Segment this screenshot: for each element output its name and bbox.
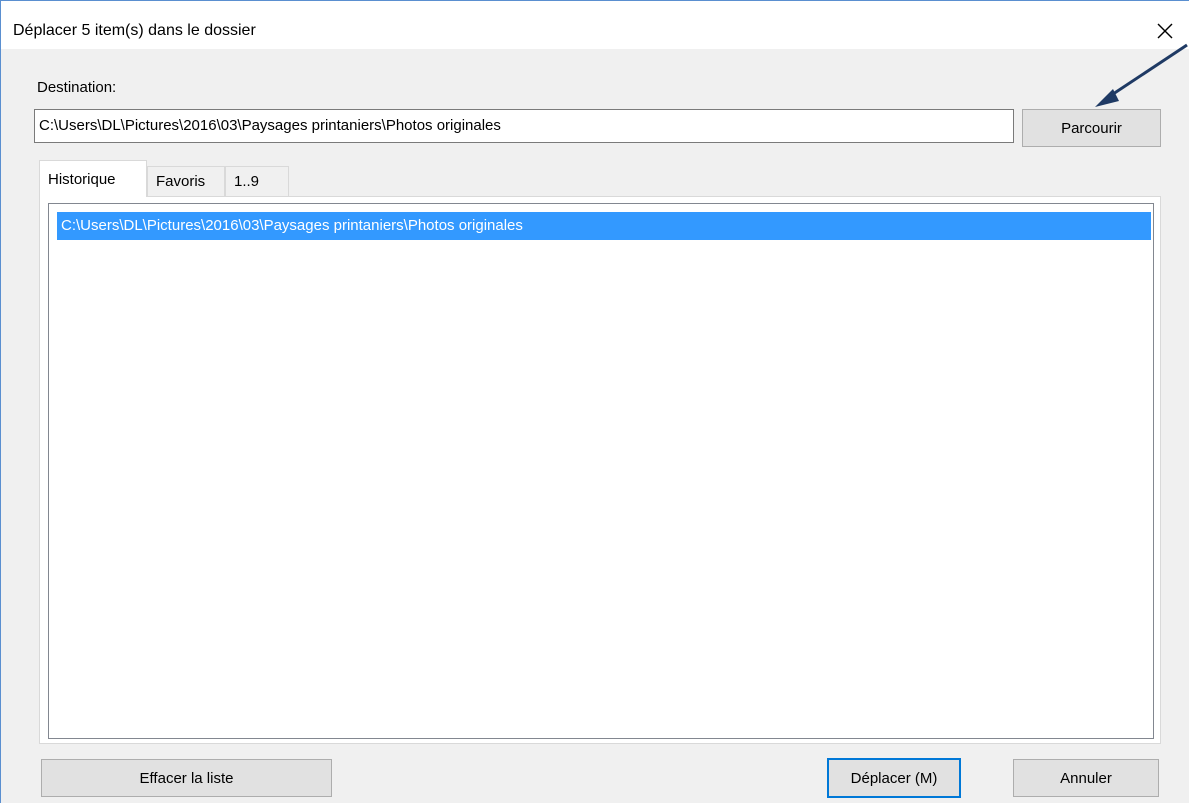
title-bar: Déplacer 5 item(s) dans le dossier	[1, 1, 1189, 49]
move-button[interactable]: Déplacer (M)	[827, 758, 961, 798]
move-to-folder-dialog: Déplacer 5 item(s) dans le dossier Desti…	[0, 0, 1189, 803]
close-icon	[1157, 23, 1173, 39]
history-listbox[interactable]: C:\Users\DL\Pictures\2016\03\Paysages pr…	[48, 203, 1154, 739]
tab-panel-history: C:\Users\DL\Pictures\2016\03\Paysages pr…	[39, 196, 1161, 744]
list-item[interactable]: C:\Users\DL\Pictures\2016\03\Paysages pr…	[57, 212, 1151, 240]
cancel-button[interactable]: Annuler	[1013, 759, 1159, 797]
destination-path-field[interactable]: C:\Users\DL\Pictures\2016\03\Paysages pr…	[34, 109, 1014, 143]
tab-favorites[interactable]: Favoris	[147, 166, 225, 196]
tab-history[interactable]: Historique	[39, 160, 147, 197]
dialog-title: Déplacer 5 item(s) dans le dossier	[13, 22, 256, 39]
destination-label: Destination:	[37, 79, 117, 96]
tab-1-9[interactable]: 1..9	[225, 166, 289, 196]
clear-list-button[interactable]: Effacer la liste	[41, 759, 332, 797]
close-button[interactable]	[1149, 15, 1181, 47]
browse-button[interactable]: Parcourir	[1022, 109, 1161, 147]
